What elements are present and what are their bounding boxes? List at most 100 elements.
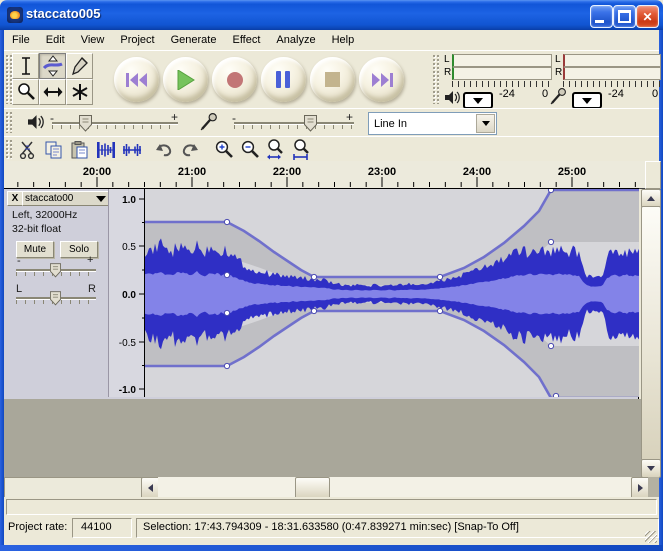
menu-edit[interactable]: Edit xyxy=(38,32,73,48)
mute-button[interactable]: Mute xyxy=(16,241,54,258)
rewind-icon xyxy=(126,72,148,88)
record-button[interactable] xyxy=(212,57,257,102)
vertical-ruler-scale: 1.00.50.0-0.5-1.0 xyxy=(109,189,145,397)
gain-minus-label: - xyxy=(17,255,21,267)
audacity-logo-icon xyxy=(7,7,23,23)
zoom-in-button[interactable] xyxy=(212,138,235,161)
pan-left-label: L xyxy=(16,283,22,295)
minimize-button[interactable] xyxy=(590,5,613,28)
waveform-display[interactable] xyxy=(144,189,639,397)
recording-meter-scale xyxy=(563,81,660,87)
menu-view[interactable]: View xyxy=(73,32,113,48)
horizontal-scroll-thumb[interactable] xyxy=(295,477,330,499)
playback-meter-right-bar[interactable] xyxy=(452,67,552,80)
window-border-bottom xyxy=(0,545,663,551)
window-title: staccato005 xyxy=(26,6,100,21)
resize-grip[interactable] xyxy=(645,531,657,543)
playback-meter-left-bar[interactable] xyxy=(452,54,552,67)
pan-slider-thumb[interactable] xyxy=(50,291,61,306)
arrow-right-icon xyxy=(638,484,643,492)
draw-tool-button[interactable] xyxy=(66,53,93,79)
output-slider-ticks xyxy=(52,125,178,129)
combo-arrow-button[interactable] xyxy=(476,114,495,133)
vertical-scrollbar[interactable] xyxy=(641,189,659,476)
pan-right-label: R xyxy=(88,283,96,295)
mixer-toolbar: - + - + Line In xyxy=(4,108,659,137)
copy-icon xyxy=(45,141,63,159)
rewind-button[interactable] xyxy=(114,57,159,102)
input-slider-thumb[interactable] xyxy=(304,115,317,132)
horizontal-scrollbar[interactable] xyxy=(158,477,631,497)
tool-grid xyxy=(12,53,93,105)
output-slider-thumb[interactable] xyxy=(79,115,92,132)
trim-icon xyxy=(96,142,116,158)
titlebar[interactable]: staccato005 ✕ xyxy=(0,0,663,30)
pause-button[interactable] xyxy=(261,57,306,102)
project-rate-box[interactable]: 44100 xyxy=(72,518,132,538)
redo-button[interactable] xyxy=(178,138,201,161)
menu-effect[interactable]: Effect xyxy=(224,32,268,48)
chevron-down-icon xyxy=(582,98,592,104)
track-title-menu[interactable]: staccato00 xyxy=(22,191,109,206)
close-button[interactable]: ✕ xyxy=(636,5,659,28)
menu-generate[interactable]: Generate xyxy=(163,32,225,48)
fit-project-button[interactable] xyxy=(290,138,313,161)
input-source-value: Line In xyxy=(369,118,476,130)
playback-meter-scale xyxy=(452,81,551,87)
track-area: X staccato00 Left, 32000Hz 32-bit float … xyxy=(4,188,639,402)
scroll-down-button[interactable] xyxy=(641,459,661,478)
selection-status-box: Selection: 17:43.794309 - 18:31.633580 (… xyxy=(136,518,659,538)
track-control-panel: X staccato00 Left, 32000Hz 32-bit float … xyxy=(4,189,108,397)
trim-button[interactable] xyxy=(94,138,117,161)
silence-icon xyxy=(122,142,142,158)
zoom-out-button[interactable] xyxy=(238,138,261,161)
timeline-ruler[interactable]: 20:0021:0022:0023:0024:0025:00 xyxy=(4,161,659,189)
recording-meter-left-bar[interactable] xyxy=(563,54,661,67)
toolbar-grip[interactable] xyxy=(5,54,12,104)
project-rate-value: 44100 xyxy=(73,519,131,533)
envelope-tool-button[interactable] xyxy=(39,53,66,79)
silence-button[interactable] xyxy=(120,138,143,161)
cut-button[interactable] xyxy=(16,138,39,161)
stop-button[interactable] xyxy=(310,57,355,102)
menu-file[interactable]: File xyxy=(4,32,38,48)
vertical-scroll-thumb[interactable] xyxy=(641,206,661,461)
recording-meter-dropdown[interactable] xyxy=(572,92,602,109)
gain-slider-thumb[interactable] xyxy=(50,263,61,278)
menu-analyze[interactable]: Analyze xyxy=(268,32,323,48)
paste-button[interactable] xyxy=(68,138,91,161)
fit-selection-button[interactable] xyxy=(264,138,287,161)
recording-meter-left-label: L xyxy=(555,54,561,65)
stop-icon xyxy=(325,72,340,87)
edit-toolbar-grip[interactable] xyxy=(5,139,12,159)
playback-meter-dropdown[interactable] xyxy=(463,92,493,109)
redo-icon xyxy=(180,142,200,158)
meter-toolbar-grip[interactable] xyxy=(432,54,439,104)
forward-button[interactable] xyxy=(359,57,404,102)
undo-button[interactable] xyxy=(152,138,175,161)
menubar: File Edit View Project Generate Effect A… xyxy=(4,30,659,51)
recording-meter-right-bar[interactable] xyxy=(563,67,661,80)
mixer-grip[interactable] xyxy=(5,111,12,133)
forward-icon xyxy=(371,72,393,88)
zoom-tool-button[interactable] xyxy=(12,79,39,105)
input-source-select[interactable]: Line In xyxy=(368,112,497,135)
speaker-icon xyxy=(28,115,44,129)
copy-button[interactable] xyxy=(42,138,65,161)
arrow-left-icon xyxy=(148,484,153,492)
selection-tool-button[interactable] xyxy=(12,53,39,79)
project-rate-label: Project rate: xyxy=(8,521,67,533)
menu-help[interactable]: Help xyxy=(324,32,363,48)
zoom-out-icon xyxy=(240,140,260,160)
timeshift-tool-button[interactable] xyxy=(39,79,66,105)
vertical-ruler[interactable]: 1.00.50.0-0.5-1.0 xyxy=(108,189,145,397)
track-close-button[interactable]: X xyxy=(7,191,23,206)
play-button[interactable] xyxy=(163,57,208,102)
multi-tool-button[interactable] xyxy=(66,79,93,105)
recording-meter-minus24: -24 xyxy=(608,88,624,100)
timeshift-tool-icon xyxy=(43,85,63,99)
timeline-corner-box xyxy=(645,161,661,189)
menu-project[interactable]: Project xyxy=(112,32,162,48)
maximize-button[interactable] xyxy=(613,5,636,28)
svg-text:-1.0: -1.0 xyxy=(119,385,137,396)
